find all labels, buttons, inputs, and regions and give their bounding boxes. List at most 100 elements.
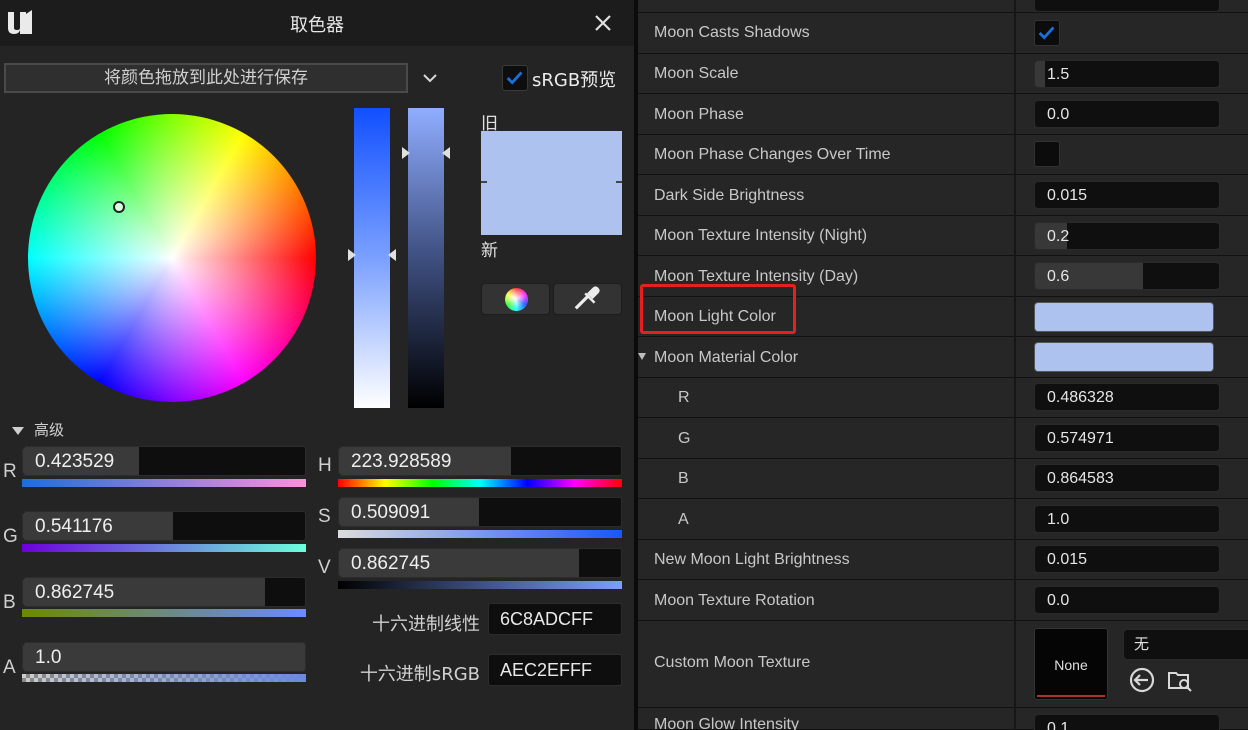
property-name: Moon Texture Rotation — [654, 592, 815, 609]
column-divider — [1014, 297, 1016, 337]
moon-texture-rotation-input[interactable]: 0.0 — [1034, 586, 1220, 614]
v-channel-input[interactable]: 0.862745 — [338, 548, 622, 578]
property-name: Dark Side Brightness — [654, 187, 805, 204]
a-channel-label: A — [3, 657, 16, 678]
material-g-input[interactable]: 0.574971 — [1034, 424, 1220, 452]
use-selected-asset-icon[interactable] — [1128, 666, 1156, 694]
texture-asset-picker[interactable]: 无 — [1123, 629, 1248, 660]
eyedropper-icon — [574, 286, 600, 310]
h-channel-input[interactable]: 223.928589 — [338, 446, 622, 476]
new-color-label: 新 — [481, 241, 498, 261]
column-divider — [1014, 0, 1016, 13]
property-name: Moon Material Color — [654, 349, 799, 366]
s-channel-gradient[interactable] — [338, 530, 622, 538]
g-channel-input[interactable]: 0.541176 — [22, 511, 306, 541]
column-divider — [1014, 621, 1016, 708]
r-channel-gradient[interactable] — [22, 479, 306, 487]
moon-scale-input[interactable]: 1.5 — [1034, 60, 1220, 88]
h-channel-label: H — [318, 455, 332, 476]
v-channel-value: 0.862745 — [351, 553, 431, 574]
column-divider — [1014, 216, 1016, 256]
g-channel-gradient[interactable] — [22, 544, 306, 552]
r-channel-input[interactable]: 0.423529 — [22, 446, 306, 476]
collapse-arrow-icon[interactable] — [638, 353, 646, 360]
texture-thumbnail-label: None — [1054, 657, 1088, 673]
b-channel-input[interactable]: 0.862745 — [22, 577, 306, 607]
v-channel-gradient[interactable] — [338, 581, 622, 589]
color-wheel-cursor[interactable] — [113, 201, 125, 213]
hex-srgb-input[interactable]: AEC2EFFF — [488, 654, 622, 686]
material-a-input[interactable]: 1.0 — [1034, 505, 1220, 533]
browse-asset-icon[interactable] — [1166, 666, 1194, 694]
moon-light-color-swatch[interactable] — [1034, 302, 1214, 332]
g-channel-value: 0.541176 — [35, 516, 113, 537]
property-name: G — [678, 430, 691, 447]
material-r-input[interactable]: 0.486328 — [1034, 383, 1220, 411]
property-row-moon-light-color: Moon Light Color — [638, 297, 1248, 337]
s-channel-input[interactable]: 0.509091 — [338, 497, 622, 527]
moon-material-color-swatch[interactable] — [1034, 342, 1214, 372]
swatch-divider-left — [481, 181, 487, 183]
new-moon-light-brightness-input[interactable]: 0.015 — [1034, 545, 1220, 573]
title-bar[interactable]: 取色器 — [0, 0, 634, 46]
property-input-top[interactable] — [1034, 0, 1220, 12]
color-drop-zone[interactable]: 将颜色拖放到此处进行保存 — [4, 63, 408, 93]
saturation-slider[interactable] — [354, 108, 390, 408]
column-divider — [1014, 256, 1016, 297]
b-channel-gradient[interactable] — [22, 609, 306, 617]
texture-thumbnail[interactable]: None — [1034, 628, 1108, 700]
r-channel-label: R — [3, 461, 17, 482]
moon-casts-shadows-checkbox[interactable] — [1034, 20, 1060, 46]
old-color-swatch[interactable] — [481, 131, 622, 182]
property-row-new-moon-light-brightness: New Moon Light Brightness 0.015 — [638, 540, 1248, 580]
new-color-swatch[interactable] — [481, 182, 622, 235]
h-channel-gradient[interactable] — [338, 479, 622, 487]
b-channel-value: 0.862745 — [35, 582, 115, 603]
value-marker-right[interactable] — [442, 147, 450, 159]
property-name: Moon Phase — [654, 106, 744, 123]
property-row-moon-casts-shadows: Moon Casts Shadows — [638, 13, 1248, 54]
column-divider — [1014, 135, 1016, 175]
eyedropper-button[interactable] — [553, 283, 622, 315]
property-row-moon-scale: Moon Scale 1.5 — [638, 54, 1248, 94]
hex-srgb-label: 十六进制sRGB — [359, 664, 480, 685]
property-name: Moon Glow Intensity — [654, 716, 799, 730]
color-wheel[interactable] — [28, 114, 316, 402]
color-wheel-mode-button[interactable] — [481, 283, 550, 315]
property-row-material-r: R 0.486328 — [638, 378, 1248, 418]
property-row-moon-material-color: Moon Material Color — [638, 337, 1248, 378]
close-icon[interactable] — [590, 10, 616, 36]
saturation-marker-left[interactable] — [348, 249, 356, 261]
dark-side-brightness-input[interactable]: 0.015 — [1034, 181, 1220, 209]
property-value: 1.5 — [1047, 66, 1070, 83]
moon-phase-changes-checkbox[interactable] — [1034, 141, 1060, 167]
hex-linear-input[interactable]: 6C8ADCFF — [488, 603, 622, 635]
srgb-preview-checkbox[interactable] — [502, 65, 528, 91]
chevron-down-icon[interactable] — [420, 68, 440, 88]
a-channel-gradient[interactable] — [22, 674, 306, 682]
property-row-tex-intensity-day: Moon Texture Intensity (Day) 0.6 — [638, 256, 1248, 297]
texture-type-bar — [1037, 695, 1105, 697]
moon-phase-input[interactable]: 0.0 — [1034, 100, 1220, 128]
v-channel-label: V — [318, 557, 331, 578]
property-value: 1.0 — [1047, 511, 1070, 528]
tex-intensity-night-input[interactable]: 0.2 — [1034, 222, 1220, 250]
tex-intensity-day-input[interactable]: 0.6 — [1034, 262, 1220, 290]
column-divider — [1014, 499, 1016, 540]
swatch-divider-right — [616, 181, 622, 183]
saturation-marker-right[interactable] — [388, 249, 396, 261]
value-marker-left[interactable] — [402, 147, 410, 159]
property-value: 0.864583 — [1047, 470, 1114, 487]
column-divider — [1014, 13, 1016, 54]
property-name: R — [678, 389, 690, 406]
value-slider[interactable] — [408, 108, 444, 408]
a-channel-input[interactable]: 1.0 — [22, 642, 306, 672]
material-b-input[interactable]: 0.864583 — [1034, 464, 1220, 492]
property-name: Custom Moon Texture — [654, 654, 811, 671]
g-channel-label: G — [3, 526, 18, 547]
moon-glow-intensity-input[interactable]: 0.1 — [1034, 714, 1220, 730]
color-wheel-icon — [505, 288, 528, 311]
advanced-section-toggle[interactable]: 高级 — [12, 419, 64, 440]
property-name: A — [678, 511, 689, 528]
property-name: Moon Texture Intensity (Day) — [654, 268, 859, 285]
